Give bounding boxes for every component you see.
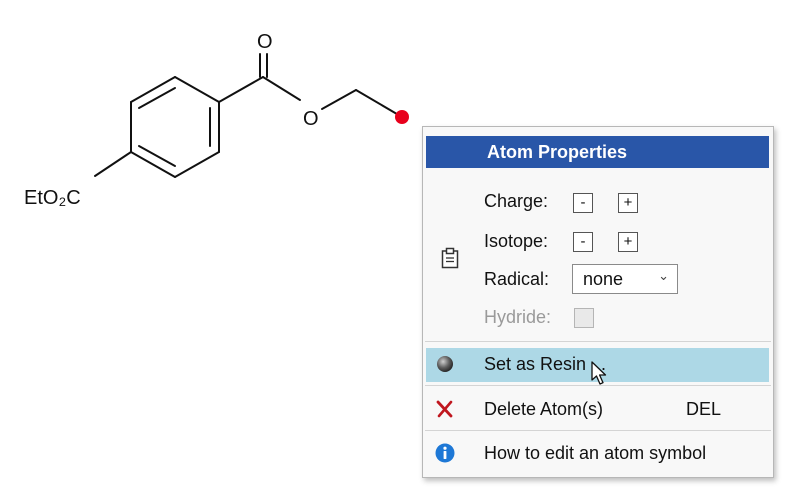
menu-title-bar: Atom Properties xyxy=(426,136,769,168)
bond[interactable] xyxy=(130,151,176,178)
isotope-label: Isotope: xyxy=(484,231,549,251)
hydride-checkbox[interactable] xyxy=(574,308,594,328)
charge-label: Charge: xyxy=(484,191,549,211)
bond[interactable] xyxy=(355,89,403,118)
ester-oxygen-label[interactable]: O xyxy=(303,108,319,130)
mouse-cursor-icon xyxy=(591,361,607,385)
bond[interactable] xyxy=(138,87,176,109)
isotope-increment-button[interactable]: + xyxy=(618,232,638,252)
selected-atom-marker[interactable] xyxy=(395,110,409,124)
menu-item-set-as-resin[interactable]: Set as Resin ... xyxy=(426,348,769,385)
bond[interactable] xyxy=(321,89,357,110)
menu-item-label: How to edit an atom symbol xyxy=(484,443,707,463)
radical-value: none xyxy=(583,269,624,289)
menu-separator xyxy=(425,430,771,431)
menu-item-how-to-edit-atom-symbol[interactable]: How to edit an atom symbol xyxy=(426,437,769,471)
charge-increment-button[interactable]: + xyxy=(618,193,638,213)
menu-separator xyxy=(425,341,771,342)
atom-context-menu: Atom Properties Charge: - + Isotope: - +… xyxy=(422,126,774,478)
shortcut-label: DEL xyxy=(686,399,722,419)
sphere-icon xyxy=(437,356,453,372)
clipboard-icon xyxy=(441,247,459,269)
red-x-icon xyxy=(436,400,453,418)
bond[interactable] xyxy=(130,76,176,103)
radical-select[interactable]: none ⌄ xyxy=(572,264,678,294)
bond[interactable] xyxy=(174,151,220,178)
bond[interactable] xyxy=(174,76,220,103)
menu-item-label: Set as Resin ... xyxy=(484,354,607,374)
ester-group-label[interactable]: EtO₂C xyxy=(24,187,81,209)
bond[interactable] xyxy=(138,145,176,167)
chevron-down-icon: ⌄ xyxy=(658,268,669,283)
menu-separator xyxy=(425,385,771,386)
bond[interactable] xyxy=(262,76,301,101)
hydride-label: Hydride: xyxy=(484,307,552,327)
isotope-decrement-button[interactable]: - xyxy=(573,232,593,252)
charge-decrement-button[interactable]: - xyxy=(573,193,593,213)
bond[interactable] xyxy=(218,76,264,103)
info-icon xyxy=(435,443,455,463)
bond[interactable] xyxy=(94,151,132,177)
menu-item-label: Delete Atom(s) xyxy=(484,399,604,419)
carbonyl-oxygen-label[interactable]: O xyxy=(257,31,273,53)
menu-title: Atom Properties xyxy=(487,142,628,162)
menu-item-delete-atom[interactable]: Delete Atom(s) DEL xyxy=(426,393,769,427)
radical-label: Radical: xyxy=(484,269,550,289)
